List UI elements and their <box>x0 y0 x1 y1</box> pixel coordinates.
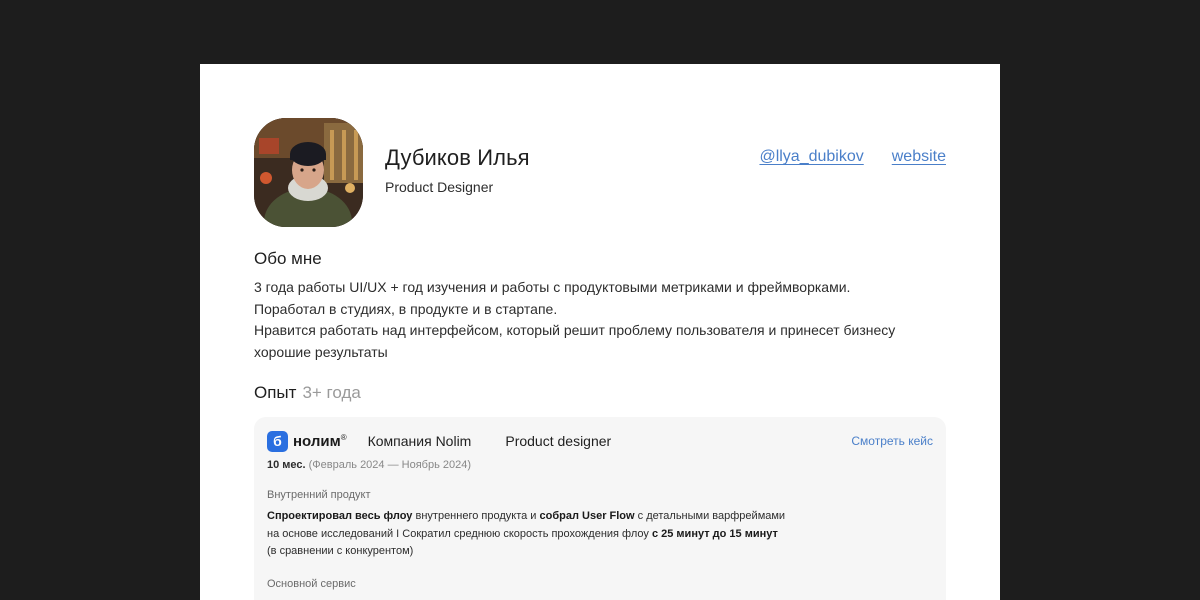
job-dates: (Февраль 2024 — Ноябрь 2024) <box>308 459 472 471</box>
job-card: б нолим® Компания Nolim Product designer… <box>254 417 946 600</box>
job-duration: 10 мес. <box>267 459 306 471</box>
text: внутреннего продукта и <box>412 510 540 522</box>
company-name: Компания Nolim <box>367 433 472 449</box>
telegram-link[interactable]: @llya_dubikov <box>759 148 863 166</box>
text: с детальными варфреймами <box>634 510 786 522</box>
profile-role: Product Designer <box>385 179 494 195</box>
company-logo: б нолим® <box>267 430 347 452</box>
profile-name: Дубиков Илья <box>385 145 530 170</box>
job-position: Product designer <box>505 433 612 449</box>
logo-registered: ® <box>340 432 347 442</box>
website-link[interactable]: website <box>892 148 946 166</box>
about-title: Обо мне <box>254 249 322 268</box>
avatar-photo <box>254 118 363 227</box>
section-line: (в сравнении с конкурентом) <box>267 545 414 557</box>
about-line: Поработал в студиях, в продукте и в стар… <box>254 300 558 317</box>
profile-header: Дубиков Илья Product Designer @llya_dubi… <box>254 118 946 228</box>
highlight: собрал User Flow <box>539 510 635 522</box>
resume-page: Дубиков Илья Product Designer @llya_dubi… <box>200 64 1000 600</box>
experience-years: 3+ года <box>302 383 361 402</box>
nolim-logo-icon: б <box>267 430 288 452</box>
highlight: с 25 минут до 15 минут <box>651 527 778 540</box>
section-label-internal: Внутренний продукт <box>267 489 371 501</box>
logo-text: нолим <box>293 432 341 450</box>
job-header: б нолим® Компания Nolim Product designer… <box>267 430 933 452</box>
section-line: на основе исследований I Сократил средню… <box>267 526 933 544</box>
avatar <box>254 118 363 227</box>
experience-label: Опыт <box>254 383 297 402</box>
about-line: хорошие результаты <box>254 343 388 360</box>
text: на основе исследований I Сократил средню… <box>267 527 652 540</box>
about-line: Нравится работать над интерфейсом, котор… <box>254 322 896 338</box>
job-period: 10 мес. (Февраль 2024 — Ноябрь 2024) <box>267 459 933 471</box>
resume-content: Дубиков Илья Product Designer @llya_dubi… <box>254 118 946 600</box>
profile-links: @llya_dubikov website <box>759 148 946 166</box>
about-text: 3 года работы UI/UX + год изучения и раб… <box>254 277 946 363</box>
section-label-main: Основной сервис <box>267 577 356 590</box>
section-line: Спроектировал весь флоу внутреннего прод… <box>267 508 933 526</box>
experience-title: Опыт 3+ года <box>254 383 946 403</box>
about-line: 3 года работы UI/UX + год изучения и раб… <box>254 279 851 295</box>
section-text-internal: Спроектировал весь флоу внутреннего прод… <box>267 508 933 561</box>
logo-wordmark: нолим® <box>293 433 347 450</box>
highlight: Спроектировал весь флоу <box>267 510 413 522</box>
view-case-link[interactable]: Смотреть кейс <box>851 434 933 448</box>
